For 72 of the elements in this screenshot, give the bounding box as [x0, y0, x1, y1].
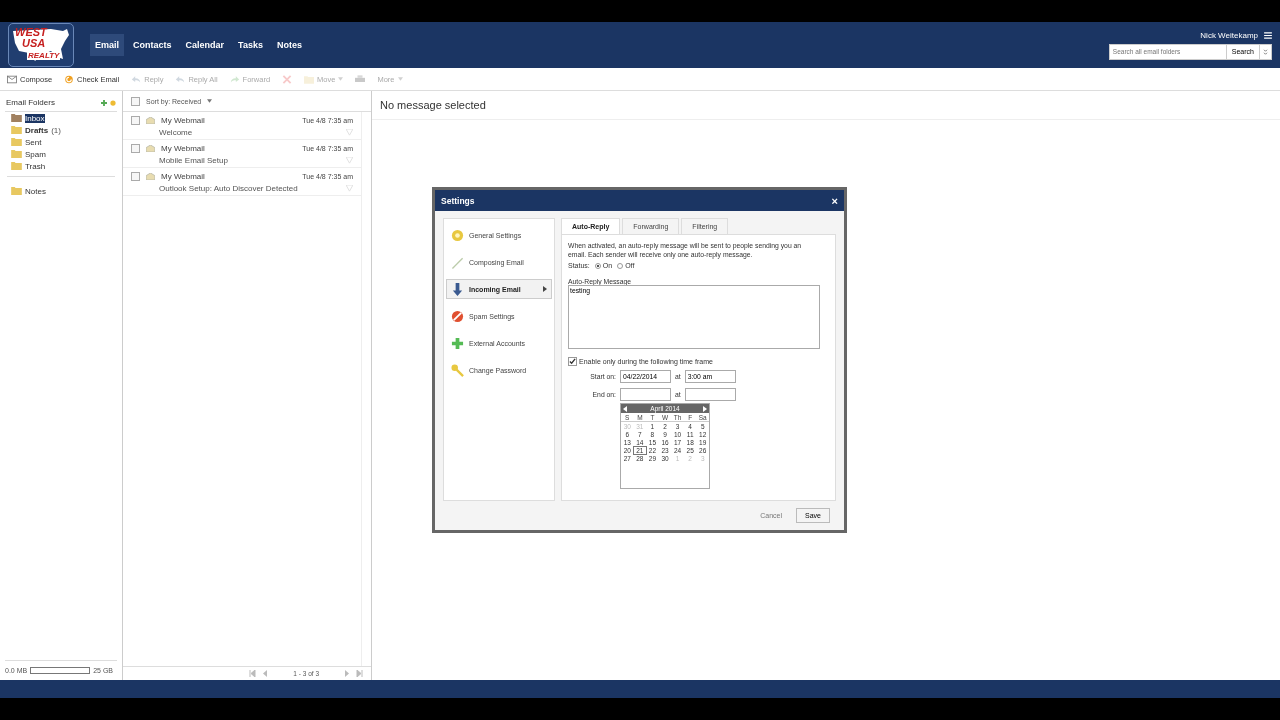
arrow-icon [543, 286, 547, 292]
next-page-icon[interactable] [343, 670, 350, 677]
folder-icon [11, 150, 22, 158]
dialog-title: Settings [441, 195, 475, 206]
folder-item[interactable]: Sent [5, 136, 117, 148]
caret-icon [207, 99, 213, 103]
time-field[interactable] [684, 388, 736, 401]
checkbox[interactable] [131, 144, 140, 153]
message-subject: Outlook Setup: Auto Discover Detected [159, 184, 299, 193]
quota-bar [30, 667, 91, 674]
folder-icon [11, 138, 22, 146]
block-icon [451, 309, 464, 323]
caret-icon [338, 77, 344, 81]
reading-pane-title: No message selected [380, 99, 486, 111]
chevron-icon[interactable] [1260, 43, 1272, 60]
message-subject: Mobile Email Setup [159, 156, 229, 165]
last-page-icon[interactable] [356, 670, 363, 677]
nav-tab[interactable]: Notes [271, 34, 307, 56]
gear-icon [451, 228, 464, 242]
key-icon [451, 363, 464, 377]
date-field[interactable] [620, 388, 671, 401]
folder-icon [11, 162, 22, 170]
printer-icon [355, 74, 366, 84]
close-button[interactable]: × [831, 194, 838, 207]
checkbox[interactable] [131, 116, 140, 125]
open-envelope-icon [146, 117, 155, 124]
nav-tab[interactable]: Calendar [180, 34, 230, 56]
menu-icon[interactable] [1264, 31, 1272, 39]
next-month-icon[interactable] [703, 405, 707, 412]
flag-icon[interactable] [346, 185, 353, 192]
folder-item[interactable]: Inbox [5, 112, 117, 124]
user-name[interactable]: Nick Weitekamp [1200, 30, 1258, 40]
add-icon[interactable] [101, 99, 107, 106]
reply-all-icon [175, 74, 186, 84]
delete-icon [282, 74, 293, 84]
previous-month-icon[interactable] [623, 405, 627, 412]
logo-text: USA [22, 38, 46, 49]
add-icon [451, 336, 464, 350]
section-title: Email Folders [6, 98, 56, 107]
folder-icon [11, 187, 22, 195]
check-icon [569, 358, 576, 365]
previous-page-icon[interactable] [262, 670, 270, 677]
nav-tab[interactable]: Email [90, 34, 124, 56]
envelope-icon [7, 74, 17, 84]
refresh-icon [64, 74, 75, 84]
checkbox[interactable] [131, 172, 140, 181]
folder-item[interactable]: Drafts (1) [5, 124, 117, 136]
pen-icon [451, 255, 464, 269]
message-subject: Welcome [159, 128, 194, 137]
down-arrow-icon [451, 282, 464, 296]
message-sender: My Webmail [161, 116, 206, 125]
nav-tab[interactable]: Tasks [233, 34, 268, 56]
flag-icon[interactable] [346, 157, 353, 164]
caret-icon [397, 77, 403, 81]
folder-icon [11, 114, 22, 122]
folder-icon [304, 74, 315, 84]
folder-icon [11, 126, 22, 134]
gear-icon[interactable] [110, 99, 116, 106]
open-envelope-icon [146, 145, 155, 152]
flag-icon[interactable] [346, 129, 353, 136]
forward-icon [229, 74, 240, 84]
logo-text: REALTY [27, 52, 61, 60]
nav-tab[interactable]: Contacts [128, 34, 177, 56]
first-page-icon[interactable] [249, 670, 257, 677]
checkbox[interactable] [131, 96, 140, 106]
folder-item[interactable]: Trash [5, 160, 117, 172]
folder-item[interactable]: Spam [5, 148, 117, 160]
message-sender: My Webmail [161, 144, 206, 153]
open-envelope-icon [146, 173, 155, 180]
message-sender: My Webmail [161, 172, 206, 181]
folder-item[interactable]: Notes [5, 185, 117, 197]
reply-icon [131, 74, 142, 84]
